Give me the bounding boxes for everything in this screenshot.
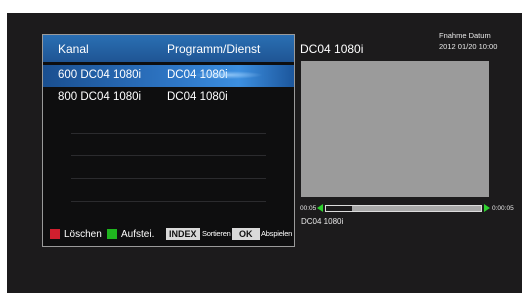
delete-hint[interactable]: Löschen <box>64 229 102 240</box>
video-preview <box>301 61 489 197</box>
progress-track[interactable] <box>325 205 482 212</box>
time-end: 0:00:05 <box>492 205 514 212</box>
item-channel: 600 DC04 1080i <box>58 69 142 81</box>
row-divider <box>71 155 266 156</box>
sort-hint: Sortieren <box>202 229 231 238</box>
program-name: DC04 1080i <box>301 217 344 226</box>
item-channel: 800 DC04 1080i <box>58 91 142 103</box>
key-hint-bar: Löschen Aufstei. INDEX Sortieren OK Absp… <box>43 224 294 246</box>
list-item[interactable]: 800 DC04 1080i DC04 1080i <box>43 87 294 109</box>
recording-list-panel: Kanal Programm/Dienst 600 DC04 1080i DC0… <box>42 34 295 247</box>
list-item[interactable]: 600 DC04 1080i DC04 1080i <box>43 65 294 87</box>
tv-screen: Kanal Programm/Dienst 600 DC04 1080i DC0… <box>7 13 522 293</box>
channel-title: DC04 1080i <box>300 42 364 56</box>
header-channel: Kanal <box>58 42 89 56</box>
row-divider <box>71 178 266 179</box>
ok-key-icon[interactable]: OK <box>232 228 260 240</box>
date-label: Fnahme Datum <box>439 31 491 40</box>
row-divider <box>71 133 266 134</box>
progress-fill <box>326 206 353 211</box>
play-hint: Abspielen <box>261 229 293 238</box>
header-service: Programm/Dienst <box>167 42 261 56</box>
forward-arrow-icon[interactable] <box>484 204 490 212</box>
list-header: Kanal Programm/Dienst <box>43 35 294 62</box>
index-key-icon[interactable]: INDEX <box>166 228 200 240</box>
item-service: DC04 1080i <box>167 69 228 81</box>
item-service: DC04 1080i <box>167 91 228 103</box>
green-key-icon <box>107 229 117 239</box>
red-key-icon <box>50 229 60 239</box>
date-value: 2012 01/20 10:00 <box>439 42 498 51</box>
time-start: 00:05 <box>300 205 317 212</box>
rewind-arrow-icon[interactable] <box>317 204 323 212</box>
row-divider <box>71 201 266 202</box>
record-hint[interactable]: Aufstei. <box>121 229 154 240</box>
